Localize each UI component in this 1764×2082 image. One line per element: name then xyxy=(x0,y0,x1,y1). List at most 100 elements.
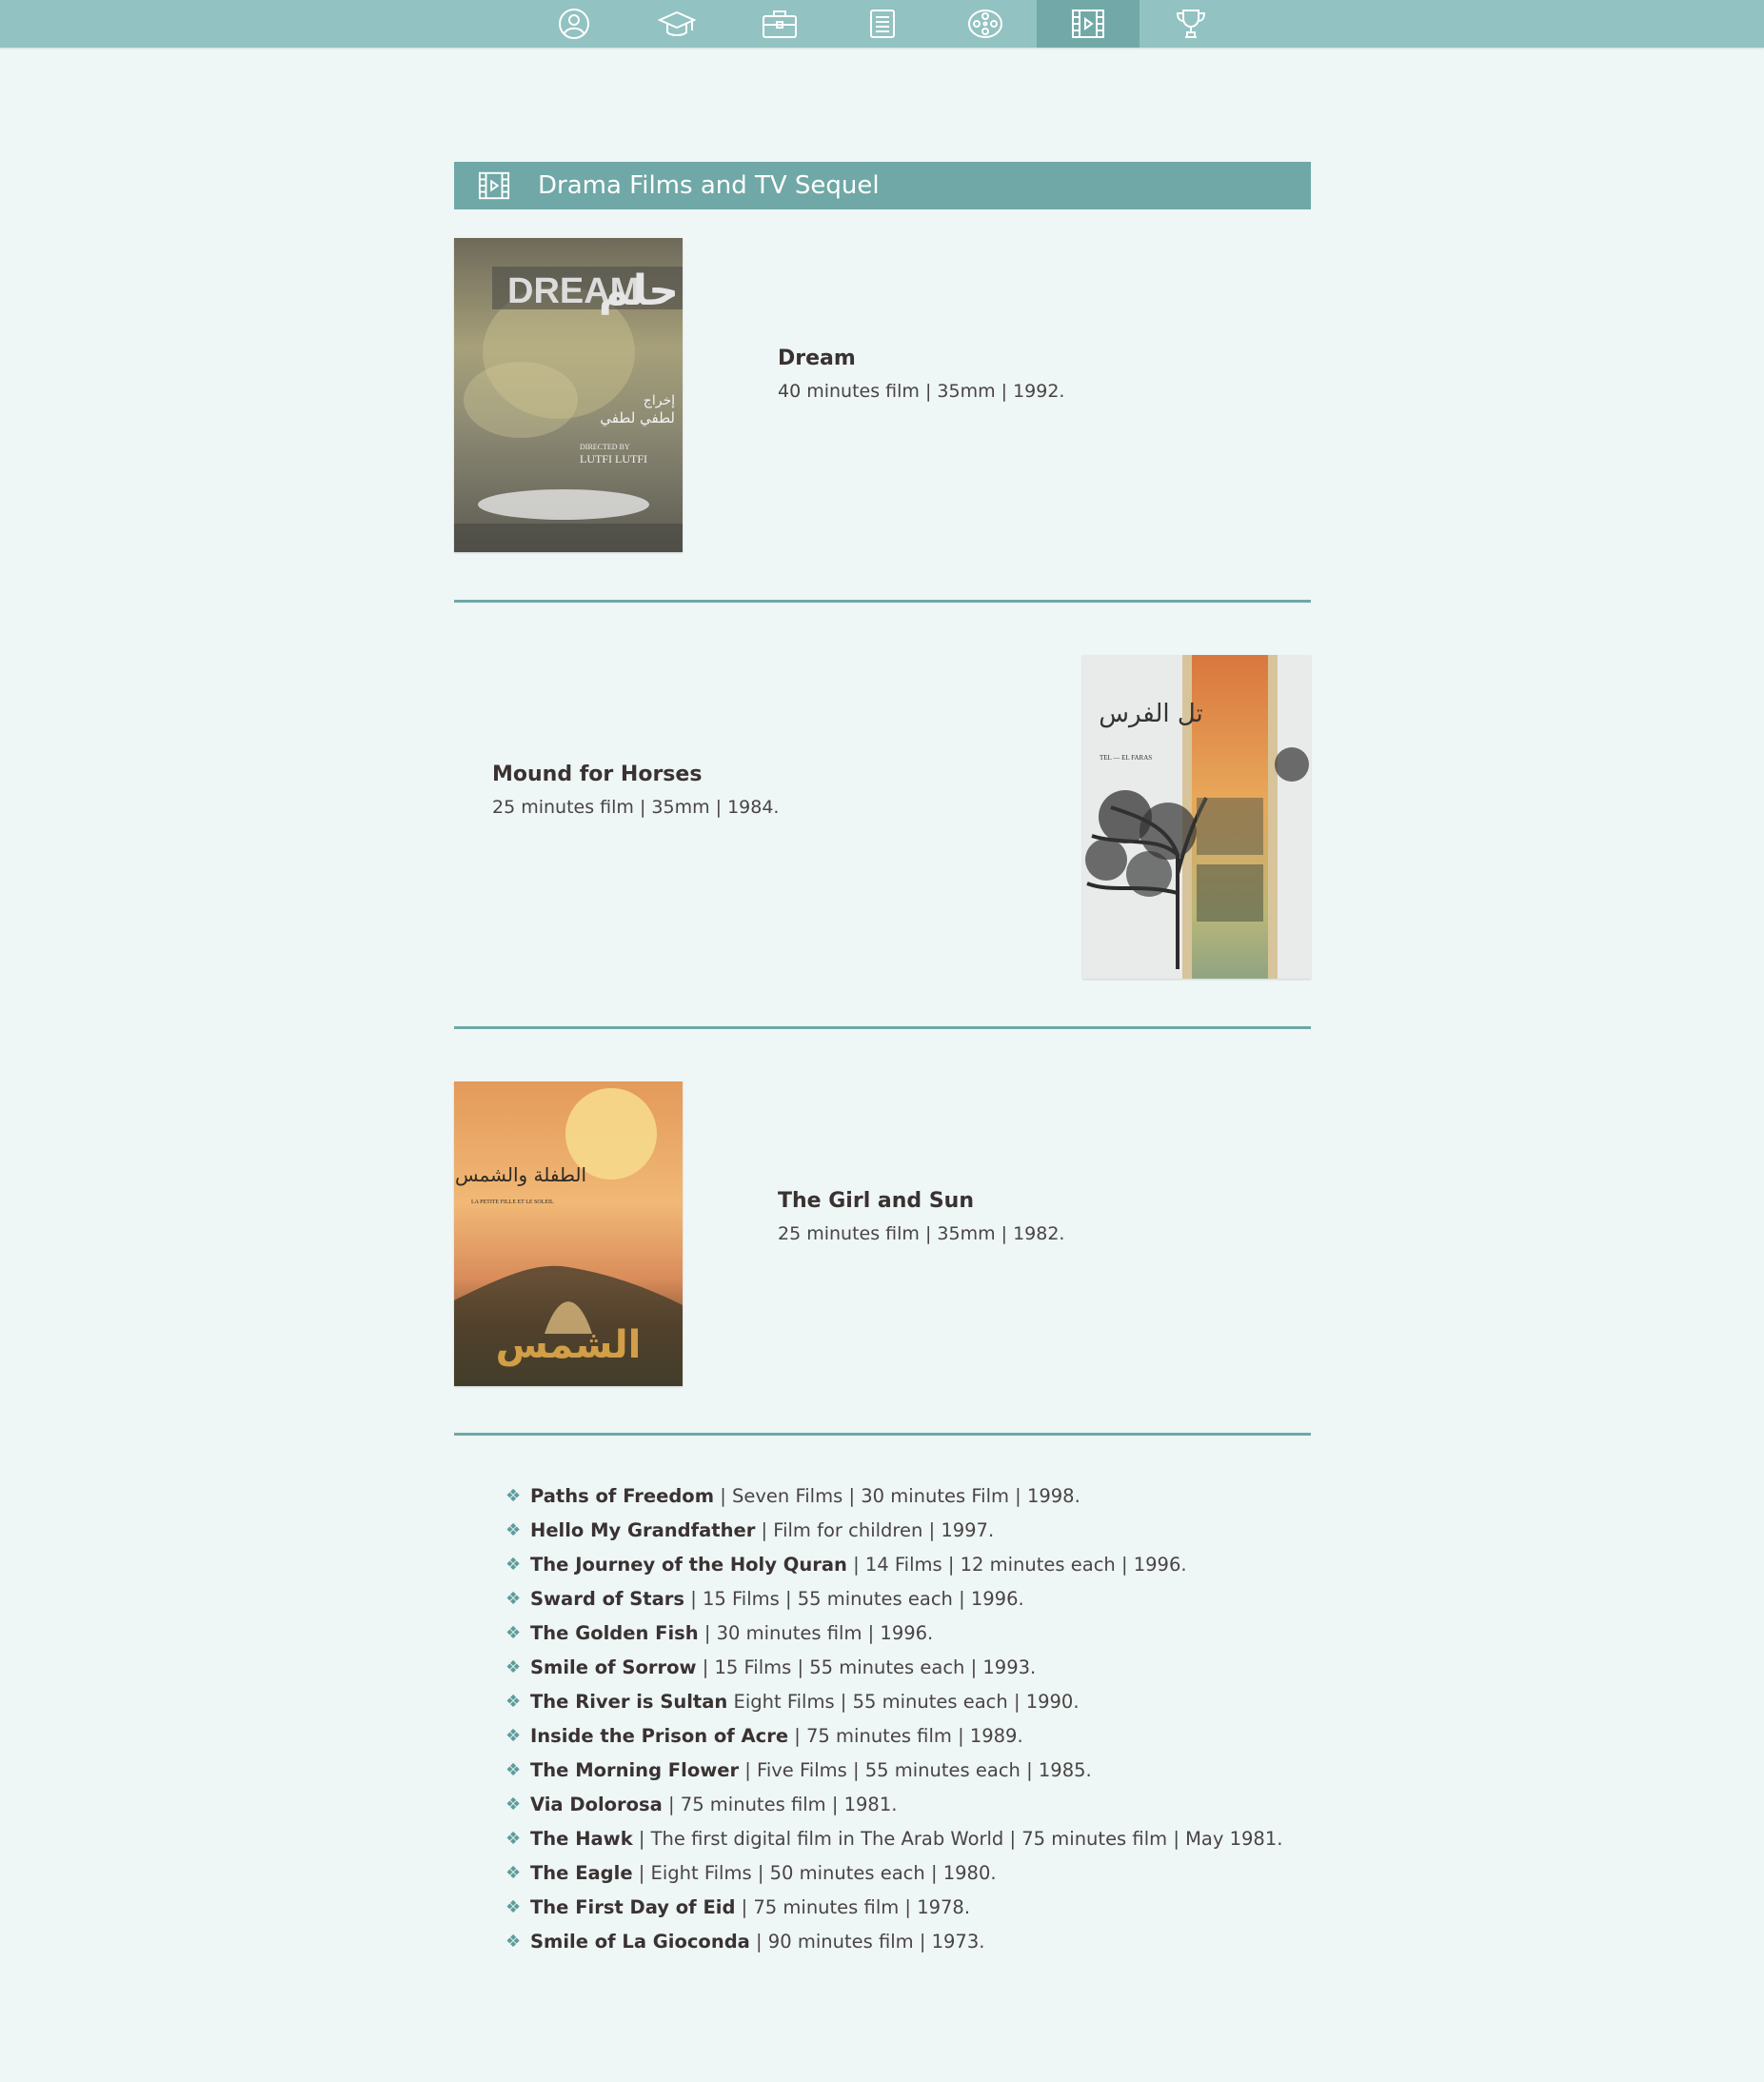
film-reel-icon xyxy=(968,10,1002,38)
list-item: ❖ The River is Sultan Eight Films | 55 mi… xyxy=(505,1685,1282,1719)
divider xyxy=(454,1433,1311,1436)
nav-item-publications[interactable] xyxy=(831,0,934,48)
list-item-details: | Five Films | 55 minutes each | 1985. xyxy=(739,1759,1092,1781)
diamond-bullet-icon: ❖ xyxy=(505,1657,522,1677)
top-nav xyxy=(0,0,1764,48)
film-title-the-girl-and-sun: The Girl and Sun xyxy=(778,1189,974,1213)
poster-text: DIRECTED BY xyxy=(580,443,630,451)
book-icon xyxy=(870,10,895,38)
list-item: ❖ Smile of Sorrow | 15 Films | 55 minutes… xyxy=(505,1651,1282,1685)
list-item-title: Hello My Grandfather xyxy=(530,1519,756,1541)
film-title-dream: Dream xyxy=(778,347,856,370)
list-item: ❖ The First Day of Eid | 75 minutes film … xyxy=(505,1891,1282,1925)
poster-text: LA PETITE FILLE ET LE SOLEIL xyxy=(471,1200,554,1205)
list-item-title: The Eagle xyxy=(530,1862,633,1884)
list-item-title: The Hawk xyxy=(530,1828,633,1850)
graduation-cap-icon xyxy=(658,10,696,36)
list-item: ❖ The Golden Fish | 30 minutes film | 199… xyxy=(505,1616,1282,1651)
nav-item-experience[interactable] xyxy=(728,0,831,48)
poster-text: إخراج xyxy=(644,393,675,408)
list-item-details: | 90 minutes film | 1973. xyxy=(749,1931,985,1953)
list-item-title: Inside the Prison of Acre xyxy=(530,1725,789,1747)
divider xyxy=(454,1026,1311,1029)
poster-text: الطفلة والشمس xyxy=(455,1163,586,1186)
list-item-details: | The first digital film in The Arab Wor… xyxy=(632,1828,1283,1850)
list-item-title: Smile of Sorrow xyxy=(530,1656,697,1678)
list-item-title: The River is Sultan xyxy=(530,1691,728,1713)
diamond-bullet-icon: ❖ xyxy=(505,1589,522,1609)
diamond-bullet-icon: ❖ xyxy=(505,1555,522,1575)
diamond-bullet-icon: ❖ xyxy=(505,1932,522,1952)
nav-item-profile[interactable] xyxy=(523,0,625,48)
briefcase-icon xyxy=(763,10,797,38)
list-item-title: Smile of La Gioconda xyxy=(530,1931,750,1953)
list-item: ❖ Smile of La Gioconda | 90 minutes film … xyxy=(505,1925,1282,1959)
list-item-details: | Film for children | 1997. xyxy=(755,1519,995,1541)
film-title-mound-for-horses: Mound for Horses xyxy=(492,763,703,786)
diamond-bullet-icon: ❖ xyxy=(505,1520,522,1540)
trophy-icon xyxy=(1176,10,1206,38)
list-item-title: The First Day of Eid xyxy=(530,1896,736,1918)
poster-the-girl-and-sun-image: الطفلة والشمس LA PETITE FILLE ET LE SOLE… xyxy=(454,1081,683,1386)
nav-item-awards[interactable] xyxy=(1140,0,1242,48)
list-item: ❖ The Eagle | Eight Films | 50 minutes ea… xyxy=(505,1856,1282,1891)
nav-item-cinema[interactable] xyxy=(934,0,1037,48)
diamond-bullet-icon: ❖ xyxy=(505,1897,522,1917)
list-item: ❖ The Journey of the Holy Quran | 14 Film… xyxy=(505,1548,1282,1582)
divider xyxy=(454,600,1311,603)
diamond-bullet-icon: ❖ xyxy=(505,1623,522,1643)
diamond-bullet-icon: ❖ xyxy=(505,1794,522,1814)
list-item-title: Sward of Stars xyxy=(530,1588,684,1610)
film-meta-dream: 40 minutes film | 35mm | 1992. xyxy=(778,381,1065,402)
list-item-details: | 75 minutes film | 1981. xyxy=(662,1794,898,1815)
list-item-details: Eight Films | 55 minutes each | 1990. xyxy=(727,1691,1080,1713)
list-item: ❖ Inside the Prison of Acre | 75 minutes … xyxy=(505,1719,1282,1754)
list-item-details: | Seven Films | 30 minutes Film | 1998. xyxy=(714,1485,1080,1507)
diamond-bullet-icon: ❖ xyxy=(505,1863,522,1883)
poster-text: تل الفرس xyxy=(1099,700,1203,728)
section-header: Drama Films and TV Sequel xyxy=(454,162,1311,209)
list-item: ❖ Paths of Freedom | Seven Films | 30 min… xyxy=(505,1479,1282,1514)
poster-text: TEL — EL FARAS xyxy=(1100,754,1152,762)
poster-mound-for-horses[interactable]: تل الفرس TEL — EL FARAS xyxy=(1082,655,1311,979)
user-icon xyxy=(559,9,589,39)
nav-item-education[interactable] xyxy=(625,0,728,48)
film-list: ❖ Paths of Freedom | Seven Films | 30 min… xyxy=(505,1479,1282,1959)
list-item-details: | 15 Films | 55 minutes each | 1996. xyxy=(684,1588,1024,1610)
list-item: ❖ Via Dolorosa | 75 minutes film | 1981. xyxy=(505,1788,1282,1822)
poster-dream[interactable]: DREAM حلم إخراج لطفي لطفي DIRECTED BY LU… xyxy=(454,238,683,552)
list-item-title: Via Dolorosa xyxy=(530,1794,663,1815)
list-item-title: The Journey of the Holy Quran xyxy=(530,1554,847,1576)
diamond-bullet-icon: ❖ xyxy=(505,1692,522,1712)
poster-text: LUTFI LUTFI xyxy=(580,452,647,466)
poster-dream-image: DREAM حلم إخراج لطفي لطفي DIRECTED BY LU… xyxy=(454,238,683,552)
list-item: ❖ The Hawk | The first digital film in Th… xyxy=(505,1822,1282,1856)
list-item-details: | Eight Films | 50 minutes each | 1980. xyxy=(632,1862,997,1884)
list-item: ❖ The Morning Flower | Five Films | 55 mi… xyxy=(505,1754,1282,1788)
nav-item-drama[interactable] xyxy=(1037,0,1140,48)
poster-the-girl-and-sun[interactable]: الطفلة والشمس LA PETITE FILLE ET LE SOLE… xyxy=(454,1081,683,1386)
diamond-bullet-icon: ❖ xyxy=(505,1486,522,1506)
poster-text: لطفي لطفي xyxy=(600,409,675,427)
list-item-details: | 15 Films | 55 minutes each | 1993. xyxy=(696,1656,1037,1678)
film-strip-icon xyxy=(1072,10,1104,38)
diamond-bullet-icon: ❖ xyxy=(505,1760,522,1780)
list-item-title: Paths of Freedom xyxy=(530,1485,715,1507)
film-meta-mound-for-horses: 25 minutes film | 35mm | 1984. xyxy=(492,797,780,818)
diamond-bullet-icon: ❖ xyxy=(505,1726,522,1746)
list-item-details: | 75 minutes film | 1989. xyxy=(788,1725,1023,1747)
list-item-title: The Golden Fish xyxy=(530,1622,699,1644)
poster-text: الشمس xyxy=(496,1323,642,1367)
list-item-details: | 14 Films | 12 minutes each | 1996. xyxy=(846,1554,1187,1576)
poster-text: حلم xyxy=(599,267,679,315)
list-item-title: The Morning Flower xyxy=(530,1759,740,1781)
section-title: Drama Films and TV Sequel xyxy=(538,171,880,200)
list-item-details: | 75 minutes film | 1978. xyxy=(735,1896,971,1918)
poster-mound-for-horses-image: تل الفرس TEL — EL FARAS xyxy=(1082,655,1311,979)
list-item: ❖ Hello My Grandfather | Film for childre… xyxy=(505,1514,1282,1548)
diamond-bullet-icon: ❖ xyxy=(505,1829,522,1849)
film-meta-the-girl-and-sun: 25 minutes film | 35mm | 1982. xyxy=(778,1223,1065,1244)
film-strip-icon xyxy=(478,171,510,200)
list-item-details: | 30 minutes film | 1996. xyxy=(698,1622,934,1644)
list-item: ❖ Sward of Stars | 15 Films | 55 minutes … xyxy=(505,1582,1282,1616)
